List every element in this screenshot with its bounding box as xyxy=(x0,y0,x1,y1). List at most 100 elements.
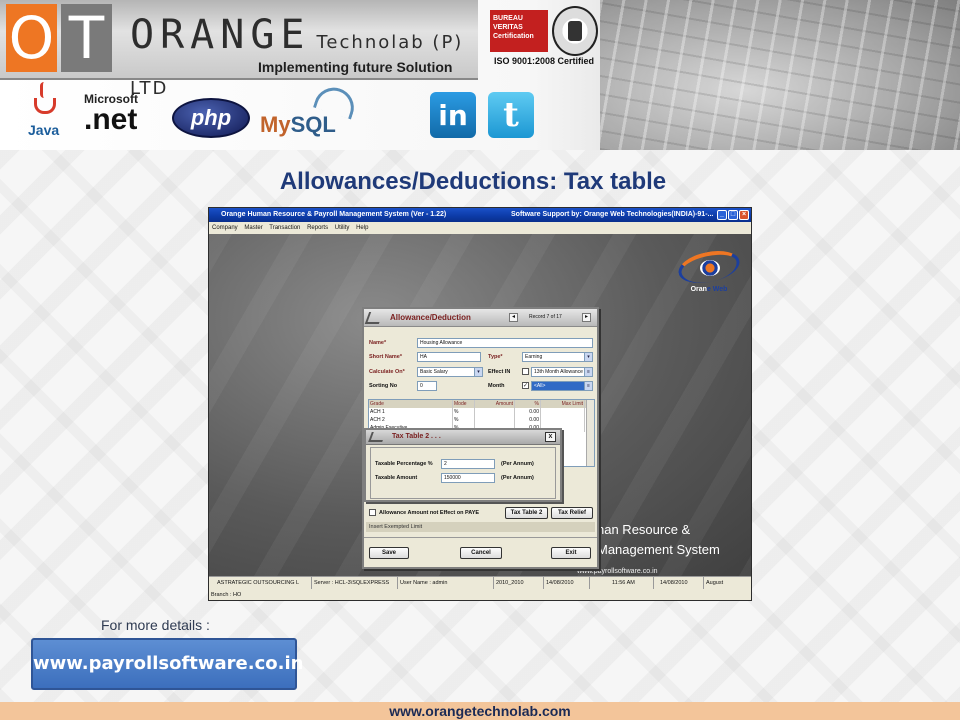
certification-badge: BUREAU VERITAS Certification ISO 9001:20… xyxy=(488,6,604,68)
table-row[interactable]: ACH 1 % 0.00 xyxy=(369,408,594,416)
tax-table-title: Tax Table 2 . . . xyxy=(392,433,441,440)
col-max-limit[interactable]: Max Limit xyxy=(541,400,585,408)
month-checkbox[interactable]: ✓ xyxy=(522,382,529,389)
taxable-percentage-label: Taxable Percentage % xyxy=(375,461,433,467)
effect-in-select[interactable]: 13th Month Allowance ≡ xyxy=(531,367,593,377)
orange-web-label: Orane Web xyxy=(690,286,728,293)
certification-seal-icon xyxy=(552,6,598,56)
cancel-button[interactable]: Cancel xyxy=(460,547,502,559)
php-label: php xyxy=(190,105,232,130)
month-label: Month xyxy=(488,383,505,389)
maximize-icon[interactable]: □ xyxy=(728,210,738,220)
month-select[interactable]: <All> ≡ xyxy=(531,381,593,391)
short-name-label: Short Name* xyxy=(369,354,403,360)
prev-record-button[interactable]: ◂ xyxy=(509,313,518,322)
month-value: <All> xyxy=(534,383,546,389)
app-support-text: Software Support by: Orange Web Technolo… xyxy=(511,211,714,218)
menu-utility[interactable]: Utility xyxy=(335,225,350,231)
company-name-main: ORANGE xyxy=(130,12,311,58)
effect-in-label: Effect IN xyxy=(488,369,511,375)
menu-transaction[interactable]: Transaction xyxy=(269,225,300,231)
menu-master[interactable]: Master xyxy=(244,225,262,231)
exit-button[interactable]: Exit xyxy=(551,547,591,559)
dialog-icon xyxy=(364,312,384,324)
chevron-down-icon: ▾ xyxy=(474,368,482,376)
short-name-field[interactable]: HA xyxy=(417,352,481,362)
dotnet-label: .net xyxy=(84,103,138,136)
orange-web-logo: Orane Web xyxy=(674,245,744,304)
payroll-app-window: Orange Human Resource & Payroll Manageme… xyxy=(208,207,752,601)
iso-certified-text: ISO 9001:2008 Certified xyxy=(494,56,595,66)
taxable-amount-label: Taxable Amount xyxy=(375,475,418,481)
type-label: Type* xyxy=(488,354,503,360)
linkedin-icon[interactable]: in xyxy=(430,92,476,138)
dialog-header: Allowance/Deduction ◂ Record 7 of 17 ▸ xyxy=(364,309,597,327)
twitter-label: t xyxy=(503,95,519,135)
calculate-on-select[interactable]: Basic Salary ▾ xyxy=(417,367,483,377)
type-select[interactable]: Earning ▾ xyxy=(522,352,593,362)
name-field[interactable]: Housing Allowance xyxy=(417,338,593,348)
app-status-bar: ASTRATEGIC OUTSOURCING L Server : HCL-3\… xyxy=(209,576,751,590)
taxable-amount-unit: (Per Annum) xyxy=(501,475,534,481)
chevron-down-icon: ≡ xyxy=(584,382,592,390)
ot-logo-mark: O T xyxy=(6,4,116,72)
effect-in-checkbox[interactable] xyxy=(522,368,529,375)
menu-help[interactable]: Help xyxy=(356,225,368,231)
mysql-icon: MySQL xyxy=(260,82,370,144)
taxable-amount-field[interactable]: 150000 xyxy=(441,473,495,483)
menu-company[interactable]: Company xyxy=(212,225,238,231)
chevron-down-icon: ≡ xyxy=(584,368,592,376)
app-menubar: Company Master Transaction Reports Utili… xyxy=(209,222,751,234)
col-amount[interactable]: Amount xyxy=(475,400,515,408)
taxable-percentage-field[interactable]: 2 xyxy=(441,459,495,469)
table-row[interactable]: ACH 2 % 0.00 xyxy=(369,416,594,424)
col-percent[interactable]: % xyxy=(515,400,541,408)
name-label: Name* xyxy=(369,340,387,346)
logo-letter-t: T xyxy=(61,4,112,72)
taxable-percentage-unit: (Per Annum) xyxy=(501,461,534,467)
brand-line-2: Management System xyxy=(597,542,720,557)
minimize-icon[interactable]: _ xyxy=(717,210,727,220)
mysql-label: MySQL xyxy=(260,112,336,137)
next-record-button[interactable]: ▸ xyxy=(582,313,591,322)
brand-line-1: nan Resource & xyxy=(597,522,691,537)
paye-checkbox[interactable] xyxy=(369,509,376,516)
col-grade[interactable]: Grade xyxy=(369,400,453,408)
logo-letter-o: O xyxy=(6,4,57,72)
effect-in-value: 13th Month Allowance xyxy=(534,369,583,375)
sorting-no-field[interactable]: 0 xyxy=(417,381,437,391)
keyboard-mouse-image xyxy=(600,0,960,150)
tax-table-dialog: Tax Table 2 . . . x Taxable Percentage %… xyxy=(364,428,562,502)
tax-table-header: Tax Table 2 . . . x xyxy=(366,430,560,445)
brand-url: www.payrollsoftware.co.in xyxy=(577,568,658,575)
bureau-veritas-logo: BUREAU VERITAS Certification xyxy=(490,10,548,52)
tax-table-fields: Taxable Percentage % 2 (Per Annum) Taxab… xyxy=(370,447,556,499)
payroll-website-button[interactable]: www.payrollsoftware.co.in xyxy=(31,638,303,690)
tax-table-2-button[interactable]: Tax Table 2 xyxy=(505,507,548,519)
linkedin-label: in xyxy=(438,98,468,132)
close-icon[interactable]: x xyxy=(545,432,556,442)
tax-relief-button[interactable]: Tax Relief xyxy=(551,507,593,519)
col-mode[interactable]: Mode xyxy=(453,400,475,408)
dialog-icon xyxy=(368,432,386,442)
menu-reports[interactable]: Reports xyxy=(307,225,328,231)
app-window-title: Orange Human Resource & Payroll Manageme… xyxy=(221,211,447,218)
twitter-icon[interactable]: t xyxy=(488,92,534,138)
company-tagline: Implementing future Solution xyxy=(258,59,453,75)
grid-scrollbar[interactable] xyxy=(586,400,594,466)
slide-title: Allowances/Deductions: Tax table xyxy=(279,168,667,195)
company-website-link[interactable]: www.orangetechnolab.com xyxy=(389,703,571,719)
allowance-deduction-dialog: Allowance/Deduction ◂ Record 7 of 17 ▸ N… xyxy=(362,307,599,569)
eye-icon xyxy=(700,260,720,276)
close-icon[interactable]: × xyxy=(739,210,749,220)
grid-header-row: Grade Mode Amount % Max Limit xyxy=(369,400,594,408)
more-details-label: For more details : xyxy=(101,617,210,633)
paye-label: Allowance Amount not Effect on PAYE xyxy=(379,510,480,516)
branch-status: Branch : HO xyxy=(209,589,751,600)
company-logo: O T ORANGE Technolab (P) LTD Implementing… xyxy=(0,0,478,99)
app-titlebar: Orange Human Resource & Payroll Manageme… xyxy=(209,208,751,222)
divider xyxy=(364,537,597,538)
save-button[interactable]: Save xyxy=(369,547,409,559)
php-icon: php xyxy=(172,98,250,138)
app-workspace: Orane Web nan Resource & Management Syst… xyxy=(209,234,751,576)
